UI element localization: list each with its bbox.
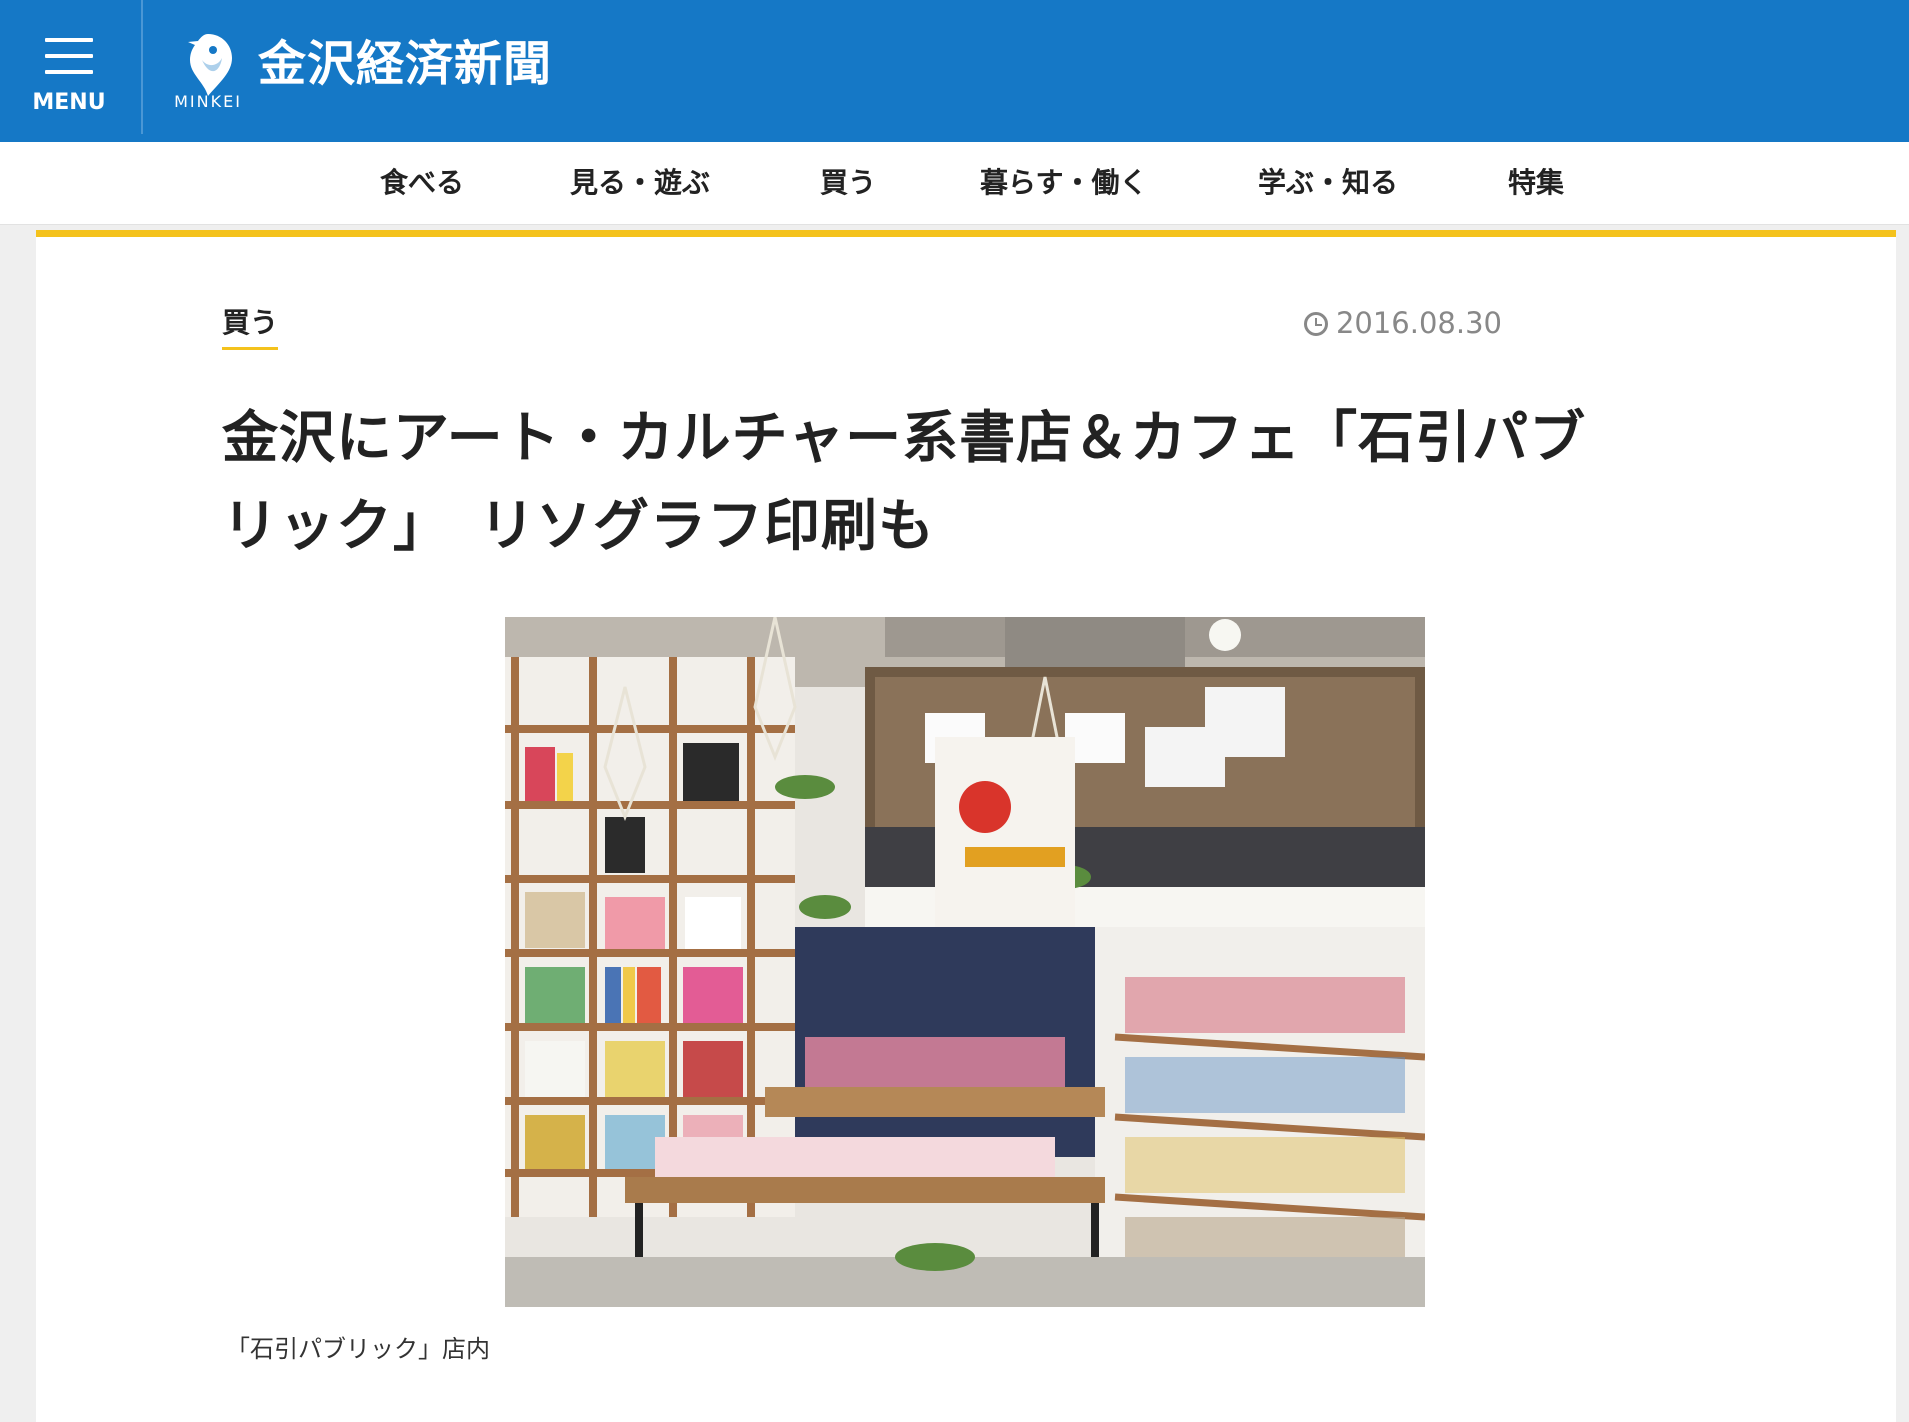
article-photo[interactable]: [505, 617, 1425, 1307]
hamburger-icon: [45, 38, 93, 42]
nav-item-live-work[interactable]: 暮らす・働く: [980, 164, 1147, 202]
clock-icon: [1303, 312, 1328, 336]
nav-item-feature[interactable]: 特集: [1508, 164, 1564, 202]
headline-line-1: 金沢にアート・カルチャー系書店＆カフェ「石引パブ: [222, 406, 1587, 471]
nav-item-learn-know[interactable]: 学ぶ・知る: [1258, 164, 1398, 202]
article-category-tag[interactable]: 買う: [222, 305, 279, 350]
category-nav: 食べる 見る・遊ぶ 買う 暮らす・働く 学ぶ・知る 特集: [0, 142, 1909, 225]
header-divider: [141, 0, 143, 134]
article-card: 買う 2016.08.30 金沢にアート・カルチャー系書店＆カフェ「石引パブ リ…: [36, 230, 1896, 1422]
bird-pin-icon[interactable]: [178, 30, 240, 100]
article-headline: 金沢にアート・カルチャー系書店＆カフェ「石引パブ リック」 リソグラフ印刷も: [222, 395, 1712, 571]
hamburger-icon-bar: [45, 54, 93, 58]
article-date: 2016.08.30: [1303, 305, 1502, 341]
site-title[interactable]: 金沢経済新聞: [258, 34, 552, 94]
nav-item-buy[interactable]: 買う: [820, 164, 876, 202]
nav-item-see-play[interactable]: 見る・遊ぶ: [570, 164, 710, 202]
site-header: MENU MINKEI 金沢経済新聞: [0, 0, 1909, 142]
hamburger-icon-bar: [45, 70, 93, 74]
menu-button[interactable]: MENU: [0, 0, 140, 142]
nav-item-eat[interactable]: 食べる: [380, 164, 464, 202]
headline-line-2: リック」 リソグラフ印刷も: [222, 494, 935, 559]
menu-label: MENU: [32, 90, 106, 115]
article-date-text: 2016.08.30: [1335, 306, 1502, 340]
logo-subtext: MINKEI: [174, 92, 242, 111]
photo-caption: 「石引パブリック」店内: [226, 1335, 490, 1363]
